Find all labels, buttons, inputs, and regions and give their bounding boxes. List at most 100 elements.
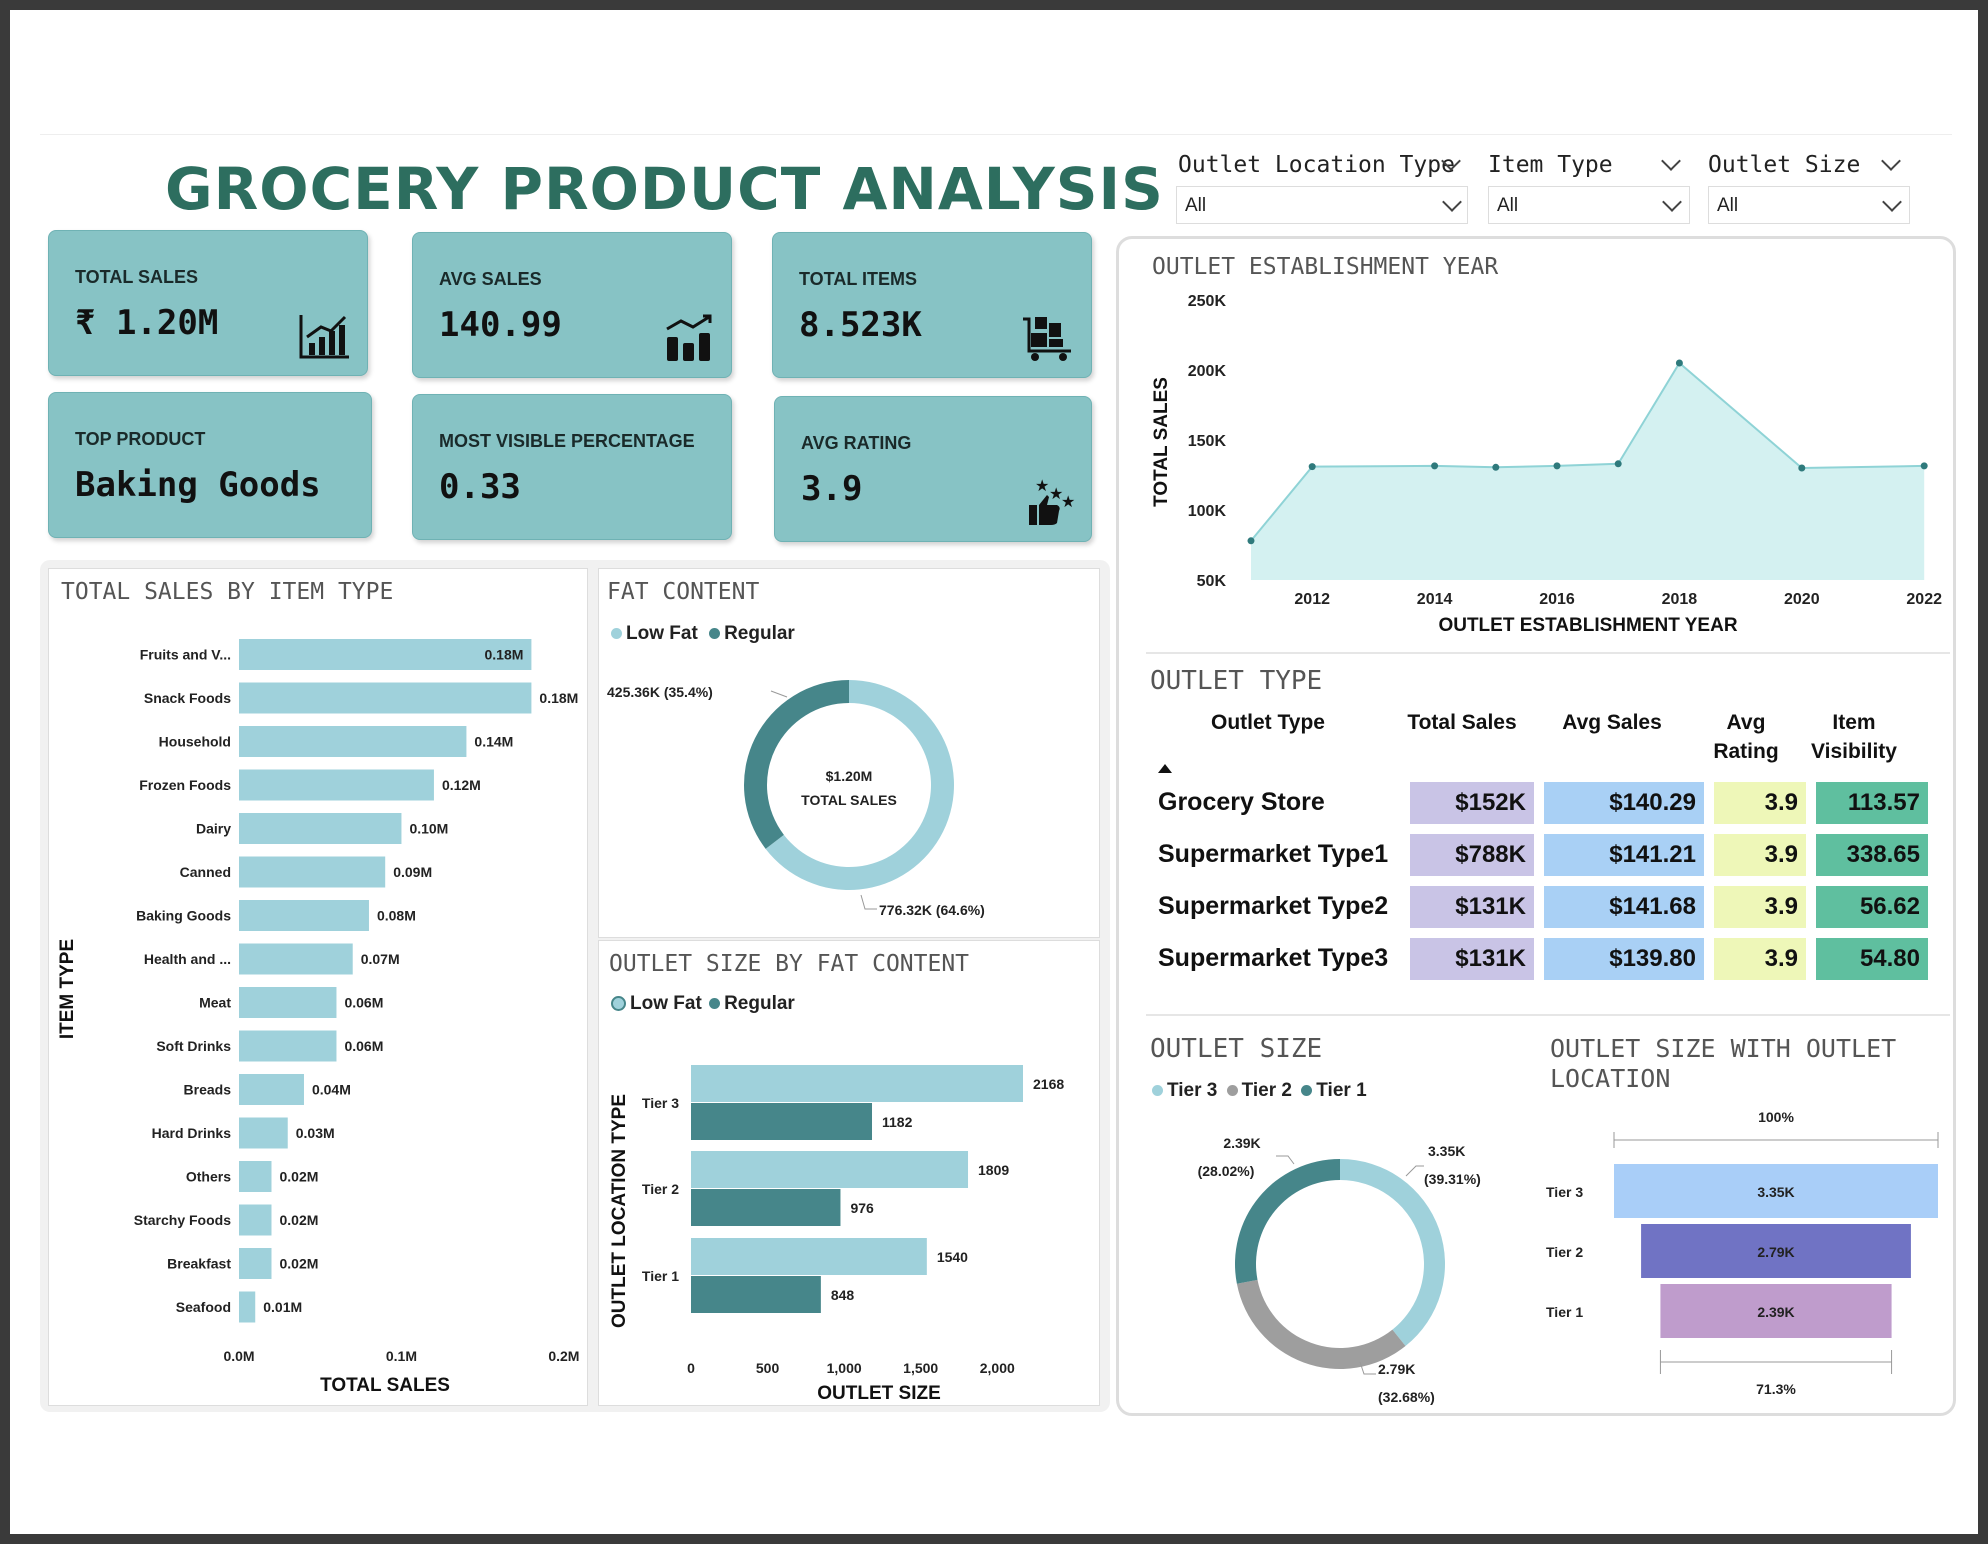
column-header-avg-rating[interactable]: Avg Rating bbox=[1708, 708, 1784, 766]
table-cell-avg: $139.80 bbox=[1544, 938, 1704, 980]
data-label: 0.06M bbox=[344, 995, 383, 1011]
card-label: AVG SALES bbox=[439, 269, 542, 289]
outlet-size-fat-bar-chart: Tier 3 2168 1182 Tier 2 1809 976 Tier 1 1540 848… bbox=[609, 1065, 1064, 1404]
column-header-item-visibility[interactable]: Item Visibility bbox=[1802, 708, 1906, 766]
cart-boxes-icon bbox=[1023, 317, 1071, 361]
leader-line bbox=[860, 894, 877, 910]
establishment-year-panel[interactable]: OUTLET ESTABLISHMENT YEAR 50K 100K 150K 200… bbox=[1138, 246, 1950, 642]
category-label: Canned bbox=[180, 864, 231, 880]
x-tick-label: 2020 bbox=[1784, 591, 1820, 608]
bar bbox=[239, 813, 402, 844]
category-label: Meat bbox=[199, 995, 231, 1011]
y-tick-label: 150K bbox=[1188, 433, 1227, 450]
category-label: Soft Drinks bbox=[156, 1038, 231, 1054]
data-point bbox=[1308, 463, 1316, 471]
chevron-down-icon bbox=[1882, 192, 1902, 212]
x-axis-title: OUTLET ESTABLISHMENT YEAR bbox=[1438, 615, 1737, 636]
slicer-value: All bbox=[1497, 195, 1519, 216]
data-label: 0.06M bbox=[344, 1038, 383, 1054]
donut-slice bbox=[1340, 1159, 1445, 1347]
category-label: Breakfast bbox=[167, 1256, 231, 1272]
outlet-size-panel[interactable]: OUTLET SIZE Tier 3 Tier 2 Tier 1 3.35K (3… bbox=[1138, 1020, 1538, 1408]
x-tick-label: 500 bbox=[756, 1360, 780, 1376]
sort-ascending-icon[interactable] bbox=[1158, 764, 1172, 773]
slice-label-tier-2-pct: (32.68%) bbox=[1378, 1389, 1435, 1405]
funnel-bottom-bracket bbox=[1659, 1350, 1893, 1374]
card-label: TOTAL SALES bbox=[75, 267, 199, 287]
card-label: TOTAL ITEMS bbox=[799, 269, 918, 289]
data-label: 0.04M bbox=[312, 1082, 351, 1098]
row-outlet-type-name: Supermarket Type1 bbox=[1158, 840, 1389, 868]
bar bbox=[239, 769, 434, 801]
card-label: TOP PRODUCT bbox=[75, 429, 206, 449]
table-cell-total: $788K bbox=[1410, 834, 1534, 876]
data-point bbox=[1553, 462, 1561, 470]
header-divider bbox=[40, 134, 1952, 135]
table-cell-visibility: 54.80 bbox=[1816, 938, 1928, 980]
bar bbox=[239, 682, 532, 714]
item-type-chart-panel[interactable]: TOTAL SALES BY ITEM TYPE Fruits and V...… bbox=[48, 568, 588, 1406]
column-header-outlet-type[interactable]: Outlet Type bbox=[1188, 708, 1348, 737]
x-tick-label: 2018 bbox=[1662, 591, 1698, 608]
outlet-type-panel[interactable]: OUTLET TYPE Outlet Type Total Sales Avg … bbox=[1138, 660, 1950, 1008]
category-label: Baking Goods bbox=[136, 908, 231, 924]
data-point bbox=[1614, 460, 1622, 468]
table-cell-visibility: 113.57 bbox=[1816, 782, 1928, 824]
kpi-card-total-items[interactable]: TOTAL ITEMS 8.523K bbox=[772, 232, 1092, 378]
item-type-bar-chart: Fruits and V... 0.18M Snack Foods 0.18M Hous… bbox=[57, 639, 579, 1396]
data-label: 0.02M bbox=[279, 1212, 318, 1228]
data-label: 0.01M bbox=[263, 1299, 302, 1315]
kpi-card-avg-rating[interactable]: AVG RATING 3.9 ★ ★ ★ bbox=[774, 396, 1092, 542]
dashboard-canvas: GROCERY PRODUCT ANALYSIS Outlet Location… bbox=[10, 10, 1978, 1534]
column-header-avg-sales[interactable]: Avg Sales bbox=[1544, 708, 1680, 737]
data-label: 0.08M bbox=[377, 908, 416, 924]
funnel-value-label: 2.79K bbox=[1757, 1244, 1794, 1260]
slicer-item-type[interactable]: All bbox=[1488, 186, 1690, 224]
y-axis-title: OUTLET LOCATION TYPE bbox=[609, 1094, 630, 1328]
kpi-card-total-sales[interactable]: TOTAL SALES ₹ 1.20M bbox=[48, 230, 368, 376]
chevron-down-icon[interactable] bbox=[1661, 151, 1681, 171]
card-label: MOST VISIBLE PERCENTAGE bbox=[439, 431, 695, 451]
kpi-card-most-visible[interactable]: MOST VISIBLE PERCENTAGE 0.33 bbox=[412, 394, 732, 540]
slice-label-tier-1-pct: (28.02%) bbox=[1198, 1163, 1255, 1179]
data-label: 0.07M bbox=[361, 951, 400, 967]
slicer-value: All bbox=[1717, 195, 1739, 216]
column-header-total-sales[interactable]: Total Sales bbox=[1400, 708, 1524, 737]
slicer-label-outlet-size: Outlet Size bbox=[1708, 152, 1861, 178]
svg-text:★: ★ bbox=[1061, 492, 1075, 511]
x-tick-label: 1,500 bbox=[903, 1360, 938, 1376]
outlet-size-fat-panel[interactable]: OUTLET SIZE BY FAT CONTENT Low Fat Regul… bbox=[598, 940, 1100, 1406]
divider bbox=[1146, 652, 1950, 654]
leader-line bbox=[770, 690, 788, 698]
funnel-bottom-percent: 71.3% bbox=[1756, 1381, 1796, 1397]
category-label: Dairy bbox=[196, 821, 231, 837]
slicer-outlet-size[interactable]: All bbox=[1708, 186, 1910, 224]
slicer-outlet-location[interactable]: All bbox=[1176, 186, 1468, 224]
card-label: AVG RATING bbox=[801, 433, 912, 453]
category-label: Breads bbox=[184, 1082, 232, 1098]
category-label: Health and ... bbox=[144, 951, 231, 967]
table-cell-rating: 3.9 bbox=[1714, 886, 1806, 928]
table-cell-avg: $140.29 bbox=[1544, 782, 1704, 824]
data-point bbox=[1247, 537, 1255, 545]
y-axis-title: TOTAL SALES bbox=[1151, 377, 1172, 507]
area-fill bbox=[1251, 363, 1925, 580]
bar bbox=[239, 987, 337, 1018]
funnel-category-label: Tier 3 bbox=[1546, 1184, 1583, 1200]
bar bbox=[239, 1030, 337, 1062]
fat-content-panel[interactable]: FAT CONTENT Low Fat Regular $1.20M TOTAL … bbox=[598, 568, 1100, 938]
card-value: Baking Goods bbox=[75, 465, 321, 505]
chevron-down-icon[interactable] bbox=[1881, 151, 1901, 171]
bar bbox=[691, 1276, 821, 1313]
table-cell-avg: $141.21 bbox=[1544, 834, 1704, 876]
kpi-card-avg-sales[interactable]: AVG SALES 140.99 bbox=[412, 232, 732, 378]
bar-trend-icon bbox=[666, 314, 712, 361]
outlet-size-location-panel[interactable]: OUTLET SIZE WITH OUTLET LOCATION 100% 3.3… bbox=[1538, 1020, 1950, 1408]
card-value: 8.523K bbox=[799, 305, 922, 345]
slicer-label-item-type: Item Type bbox=[1488, 152, 1613, 178]
page-title: GROCERY PRODUCT ANALYSIS bbox=[165, 155, 1164, 223]
donut-center-label: TOTAL SALES bbox=[801, 792, 897, 808]
kpi-card-top-product[interactable]: TOP PRODUCT Baking Goods bbox=[48, 392, 372, 538]
donut-center-value: $1.20M bbox=[826, 768, 873, 784]
y-tick-label: 200K bbox=[1188, 363, 1227, 380]
